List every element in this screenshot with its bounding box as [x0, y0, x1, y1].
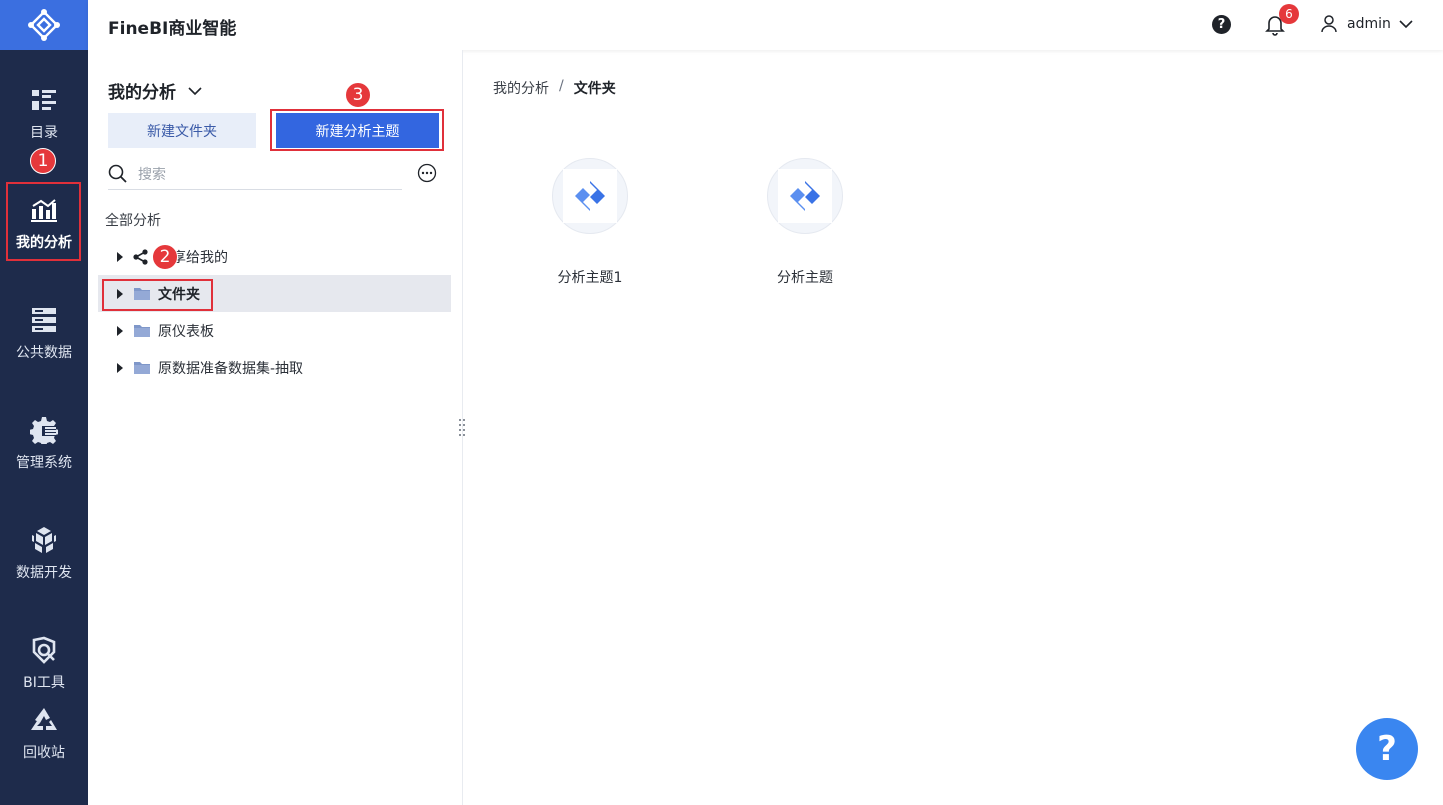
- nav-label-catalog: 目录: [30, 125, 58, 141]
- analysis-theme-icon: [790, 181, 820, 211]
- analysis-panel: 我的分析 新建文件夹 新建分析主题 搜索 全部分析 共享给我的 文件夹 原仪表板…: [88, 50, 463, 805]
- new-analysis-theme-button[interactable]: 新建分析主题: [276, 113, 439, 148]
- section-label-all-analysis: 全部分析: [105, 213, 161, 229]
- nav-label-management: 管理系统: [16, 455, 72, 471]
- catalog-icon: [30, 86, 58, 114]
- card-thumbnail: [767, 158, 843, 234]
- cube-icon: [30, 526, 58, 554]
- nav-item-recycle[interactable]: 回收站: [0, 706, 88, 762]
- caret-right-icon[interactable]: [117, 251, 123, 262]
- tree-item-legacy-dashboard[interactable]: 原仪表板: [98, 312, 451, 349]
- nav-item-public-data[interactable]: 公共数据: [0, 306, 88, 362]
- card-thumbnail: [552, 158, 628, 234]
- card-label: 分析主题1: [557, 270, 623, 286]
- new-folder-button[interactable]: 新建文件夹: [108, 113, 256, 148]
- gear-icon: [30, 416, 58, 444]
- panel-title-text: 我的分析: [108, 83, 176, 103]
- chevron-down-icon: [1399, 20, 1413, 29]
- folder-icon: [133, 323, 151, 339]
- app-logo[interactable]: [0, 0, 88, 50]
- chevron-down-icon: [188, 86, 202, 95]
- analysis-theme-icon: [575, 181, 605, 211]
- top-header: FineBI商业智能 ? 6 admin: [88, 0, 1443, 50]
- caret-right-icon[interactable]: [117, 325, 123, 336]
- nav-item-catalog[interactable]: 目录: [0, 86, 88, 142]
- highlight-box-my-analysis: [6, 182, 81, 261]
- search-placeholder: 搜索: [138, 166, 166, 183]
- analysis-theme-card[interactable]: 分析主题1: [535, 158, 645, 287]
- tools-icon: [30, 636, 58, 664]
- search-input[interactable]: 搜索: [108, 158, 402, 190]
- tree-item-shared[interactable]: 共享给我的: [98, 238, 451, 275]
- nav-item-management[interactable]: 管理系统: [0, 416, 88, 472]
- nav-label-bi-tools: BI工具: [23, 675, 65, 691]
- step-badge-1: 1: [30, 148, 56, 174]
- tree-item-legacy-dataset[interactable]: 原数据准备数据集-抽取: [98, 349, 451, 386]
- tree-item-label: 原数据准备数据集-抽取: [158, 360, 304, 377]
- left-nav: 目录 我的分析 公共数据 管理系统 数据开发 BI工具 回收站: [0, 0, 88, 805]
- more-options-icon[interactable]: [417, 163, 437, 183]
- panel-resize-handle[interactable]: [459, 418, 465, 436]
- breadcrumb-current: 文件夹: [573, 81, 616, 97]
- nav-label-data-dev: 数据开发: [16, 565, 72, 581]
- logo-icon: [28, 9, 60, 41]
- step-badge-3: 3: [345, 82, 371, 108]
- nav-item-bi-tools[interactable]: BI工具: [0, 636, 88, 692]
- folder-icon: [133, 360, 151, 376]
- tree-item-label: 原仪表板: [158, 323, 214, 340]
- analysis-theme-card[interactable]: 分析主题: [750, 158, 860, 287]
- user-icon: [1321, 15, 1337, 33]
- help-fab-button[interactable]: ?: [1356, 718, 1418, 780]
- user-menu[interactable]: admin: [1321, 15, 1413, 33]
- card-label: 分析主题: [777, 270, 833, 286]
- notification-badge: 6: [1279, 4, 1299, 24]
- step-badge-2: 2: [152, 244, 178, 270]
- user-name: admin: [1347, 16, 1391, 32]
- nav-label-recycle: 回收站: [23, 745, 65, 761]
- fine-bi-app: 目录 我的分析 公共数据 管理系统 数据开发 BI工具 回收站 FineBI商业…: [0, 0, 1443, 805]
- nav-item-data-dev[interactable]: 数据开发: [0, 526, 88, 582]
- panel-title[interactable]: 我的分析: [108, 78, 202, 103]
- share-icon: [133, 248, 151, 265]
- highlight-box-folder: [102, 279, 213, 311]
- breadcrumb-root[interactable]: 我的分析: [493, 78, 549, 98]
- help-icon[interactable]: ?: [1212, 15, 1231, 34]
- recycle-icon: [30, 706, 58, 734]
- breadcrumb-separator: /: [559, 78, 564, 94]
- nav-label-public-data: 公共数据: [16, 345, 72, 361]
- breadcrumb: 我的分析 / 文件夹: [493, 78, 616, 98]
- search-icon: [108, 164, 127, 183]
- database-icon: [30, 306, 58, 334]
- caret-right-icon[interactable]: [117, 362, 123, 373]
- app-title: FineBI商业智能: [108, 19, 237, 39]
